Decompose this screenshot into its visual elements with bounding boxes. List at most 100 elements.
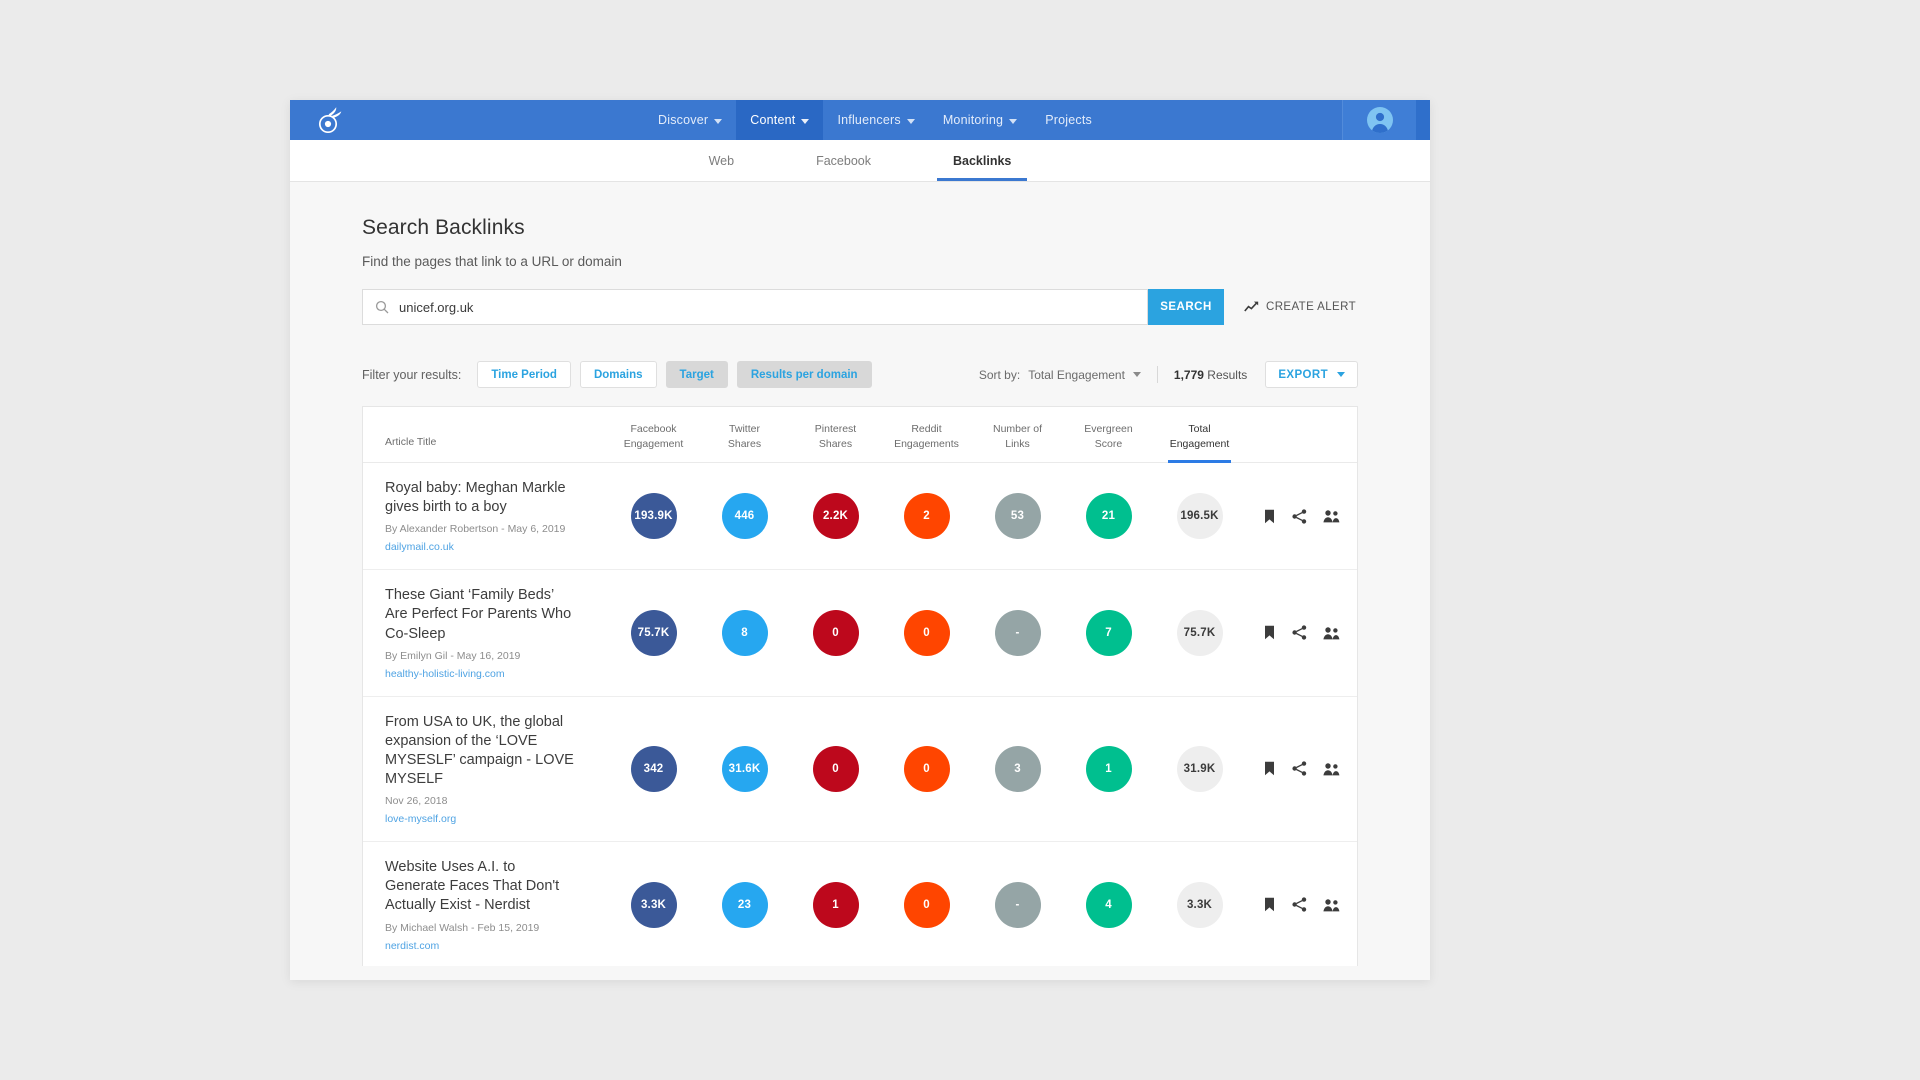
user-avatar-icon: [1371, 112, 1388, 133]
nav-item-content[interactable]: Content: [736, 100, 824, 140]
results-table: Article Title Facebook Engagement Twitte…: [362, 406, 1358, 966]
column-label-line2: Shares: [727, 437, 762, 450]
filter-chip-target[interactable]: Target: [665, 361, 728, 388]
metric-bubble-reddit: 2: [903, 493, 950, 540]
search-button[interactable]: SEARCH: [1148, 289, 1224, 325]
sort-by-dropdown[interactable]: Sort by: Total Engagement: [979, 368, 1141, 382]
article-domain-link[interactable]: healthy-holistic-living.com: [385, 668, 578, 680]
create-alert-button[interactable]: CREATE ALERT: [1244, 301, 1358, 313]
article-title[interactable]: Website Uses A.I. to Generate Faces That…: [385, 858, 578, 915]
column-header-facebook-engagement[interactable]: Facebook Engagement: [608, 422, 699, 462]
bookmark-icon[interactable]: [1263, 897, 1276, 912]
share-icon[interactable]: [1291, 897, 1307, 912]
search-box[interactable]: [362, 289, 1148, 325]
table-row[interactable]: Royal baby: Meghan Markle gives birth to…: [363, 463, 1357, 571]
filter-chip-domains[interactable]: Domains: [579, 361, 657, 388]
article-title[interactable]: From USA to UK, the global expansion of …: [385, 713, 578, 790]
metric-bubble-reddit: 0: [903, 881, 950, 928]
influencers-icon[interactable]: [1322, 509, 1340, 523]
chevron-down-icon: [1337, 372, 1345, 377]
metric-bubble-evergreen: 21: [1085, 493, 1132, 540]
column-header-evergreen-score[interactable]: Evergreen Score: [1063, 422, 1154, 462]
share-icon[interactable]: [1291, 625, 1307, 641]
nav-item-discover[interactable]: Discover: [644, 100, 736, 140]
chevron-down-icon: [1132, 372, 1141, 377]
metric-bubble-total: 3.3K: [1176, 881, 1223, 928]
article-title[interactable]: These Giant ‘Family Beds’ Are Perfect Fo…: [385, 586, 578, 643]
metric-cell-facebook: 75.7K: [608, 609, 699, 656]
user-account-button[interactable]: [1342, 100, 1416, 140]
article-domain-link[interactable]: love-myself.org: [385, 813, 578, 825]
search-input[interactable]: [399, 299, 1147, 315]
article-domain-link[interactable]: nerdist.com: [385, 940, 578, 952]
row-actions: [1245, 897, 1357, 912]
column-header-twitter-shares[interactable]: Twitter Shares: [699, 422, 790, 462]
bookmark-icon[interactable]: [1263, 625, 1276, 640]
metric-cell-pinterest: 2.2K: [790, 493, 881, 540]
filter-row: Filter your results: Time Period Domains…: [362, 361, 1358, 388]
metric-cell-twitter: 8: [699, 609, 790, 656]
tab-web[interactable]: Web: [693, 140, 750, 181]
tab-facebook[interactable]: Facebook: [800, 140, 887, 181]
column-label-line1: Facebook: [630, 422, 677, 435]
column-header-number-of-links[interactable]: Number of Links: [972, 422, 1063, 462]
bookmark-icon[interactable]: [1263, 509, 1276, 524]
filter-chip-label: Target: [679, 368, 714, 381]
metric-cell-links: -: [972, 881, 1063, 928]
chevron-down-icon: [714, 118, 723, 124]
app-logo[interactable]: [290, 100, 368, 140]
article-domain-link[interactable]: dailymail.co.uk: [385, 541, 578, 553]
table-row[interactable]: From USA to UK, the global expansion of …: [363, 697, 1357, 843]
column-header-reddit-engagements[interactable]: Reddit Engagements: [881, 422, 972, 462]
primary-nav-items: Discover Content Influencers Monitoring …: [368, 100, 1342, 140]
metric-cell-reddit: 2: [881, 493, 972, 540]
column-label-line1: Total: [1188, 422, 1211, 435]
share-icon[interactable]: [1291, 509, 1307, 524]
column-header-total-engagement[interactable]: Total Engagement: [1154, 422, 1245, 464]
filter-chip-label: Time Period: [491, 368, 557, 381]
metric-cell-facebook: 342: [608, 745, 699, 792]
app-window: Discover Content Influencers Monitoring …: [290, 100, 1430, 980]
tab-backlinks[interactable]: Backlinks: [937, 140, 1028, 181]
metric-bubble-links: -: [994, 609, 1041, 656]
metric-bubble-reddit: 0: [903, 745, 950, 792]
metric-cell-evergreen: 7: [1063, 609, 1154, 656]
article-byline: By Alexander Robertson - May 6, 2019: [385, 523, 566, 536]
search-row: SEARCH CREATE ALERT: [362, 289, 1358, 325]
article-title[interactable]: Royal baby: Meghan Markle gives birth to…: [385, 479, 578, 517]
chevron-down-icon: [906, 118, 915, 124]
metric-cell-pinterest: 1: [790, 881, 881, 928]
influencers-icon[interactable]: [1322, 762, 1340, 776]
influencers-icon[interactable]: [1322, 626, 1340, 640]
filter-chip-results-per-domain[interactable]: Results per domain: [736, 361, 872, 388]
column-header-pinterest-shares[interactable]: Pinterest Shares: [790, 422, 881, 462]
article-cell: Website Uses A.I. to Generate Faces That…: [363, 842, 608, 966]
share-icon[interactable]: [1291, 761, 1307, 776]
table-row[interactable]: These Giant ‘Family Beds’ Are Perfect Fo…: [363, 570, 1357, 697]
export-button[interactable]: EXPORT: [1265, 361, 1358, 388]
column-header-article-title[interactable]: Article Title: [363, 435, 608, 462]
metric-bubble-total: 31.9K: [1176, 745, 1223, 792]
metric-bubble-total: 75.7K: [1176, 609, 1223, 656]
filter-chip-time-period[interactable]: Time Period: [477, 361, 571, 388]
row-actions: [1245, 761, 1357, 776]
metric-cell-twitter: 31.6K: [699, 745, 790, 792]
nav-item-influencers[interactable]: Influencers: [823, 100, 928, 140]
nav-label: Influencers: [837, 113, 901, 127]
metric-cell-links: 53: [972, 493, 1063, 540]
column-label-line2: Score: [1094, 437, 1123, 450]
influencers-icon[interactable]: [1322, 898, 1340, 912]
column-label-line2: Engagement: [623, 437, 684, 450]
metric-bubble-links: -: [994, 881, 1041, 928]
metric-bubble-evergreen: 7: [1085, 609, 1132, 656]
top-navigation-bar: Discover Content Influencers Monitoring …: [290, 100, 1430, 140]
metric-cell-links: -: [972, 609, 1063, 656]
nav-item-monitoring[interactable]: Monitoring: [929, 100, 1031, 140]
metric-bubble-evergreen: 4: [1085, 881, 1132, 928]
table-row[interactable]: Website Uses A.I. to Generate Faces That…: [363, 842, 1357, 966]
metric-cell-evergreen: 21: [1063, 493, 1154, 540]
filter-label: Filter your results:: [362, 367, 462, 382]
bookmark-icon[interactable]: [1263, 761, 1276, 776]
nav-item-projects[interactable]: Projects: [1031, 100, 1106, 140]
result-count-value: 1,779: [1173, 367, 1204, 382]
